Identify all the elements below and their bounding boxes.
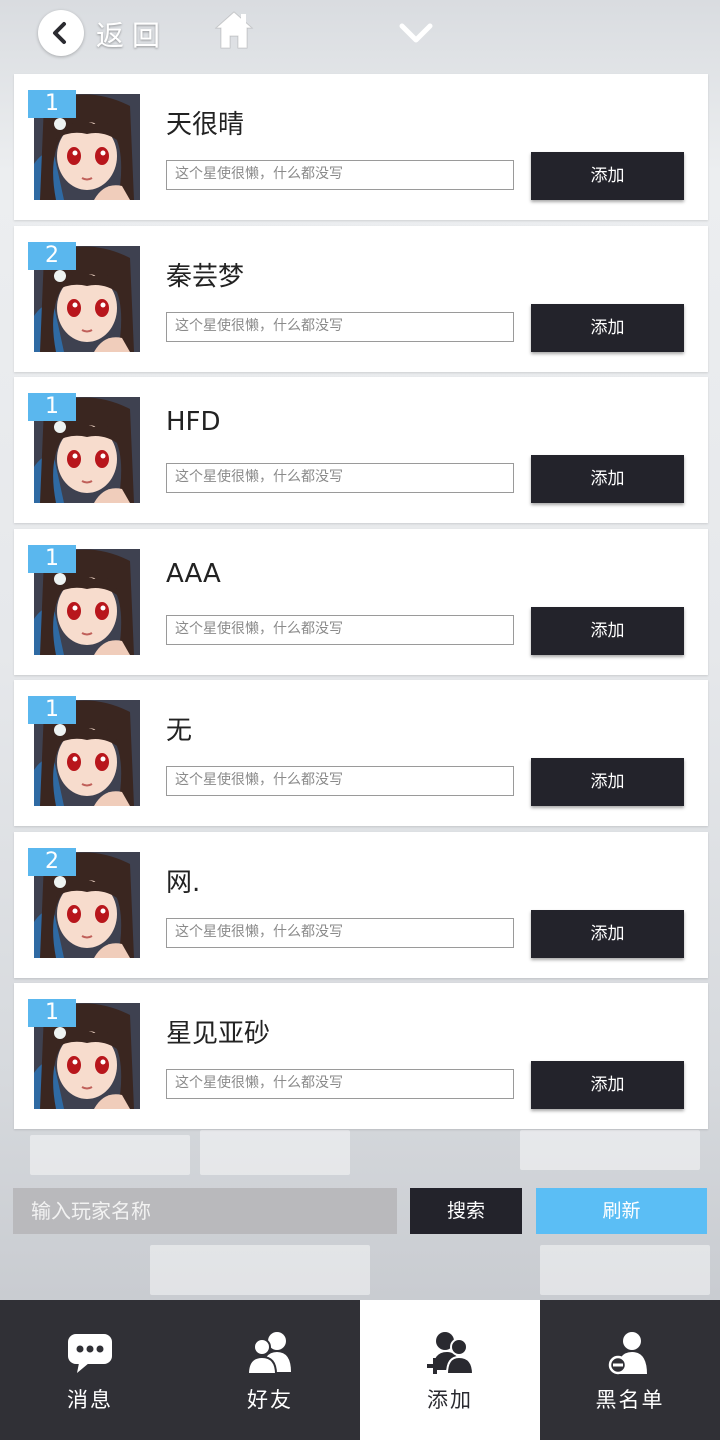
player-row: 1 星见亚砂 这个星使很懒，什么都没写 添加 (14, 983, 708, 1129)
player-row: 1 无 这个星使很懒，什么都没写 添加 (14, 680, 708, 826)
collapse-button[interactable] (396, 18, 436, 48)
home-icon (214, 11, 254, 49)
tab-label: 好友 (247, 1388, 293, 1412)
player-signature: 这个星使很懒，什么都没写 (166, 1069, 514, 1099)
player-signature: 这个星使很懒，什么都没写 (166, 917, 514, 948)
player-row: 2 秦芸梦 这个星使很懒，什么都没写 添加 (14, 225, 708, 372)
tab-blacklist[interactable]: 黑名单 (540, 1300, 720, 1440)
player-signature: 这个星使很懒，什么都没写 (166, 766, 514, 796)
add-friend-button[interactable]: 添加 (531, 455, 684, 503)
player-name: 网. (166, 867, 201, 898)
player-name: 天很晴 (166, 110, 245, 140)
chat-icon (68, 1334, 112, 1373)
player-row: 2 网. 这个星使很懒，什么都没写 添加 (14, 831, 708, 978)
chevron-left-icon (53, 22, 66, 44)
add-friend-button[interactable]: 添加 (531, 758, 684, 806)
player-name-search-input[interactable] (13, 1188, 397, 1234)
level-badge: 1 (28, 90, 76, 118)
player-row: 1 天很晴 这个星使很懒，什么都没写 添加 (14, 74, 708, 220)
player-name: 星见亚砂 (166, 1019, 271, 1049)
add-friend-button[interactable]: 添加 (531, 909, 684, 958)
chevron-down-icon (399, 23, 433, 43)
back-button[interactable] (38, 10, 84, 56)
tab-label: 消息 (67, 1388, 113, 1412)
player-name: 无 (166, 716, 193, 746)
tab-label: 添加 (427, 1388, 473, 1412)
tab-label: 黑名单 (595, 1388, 665, 1412)
add-friend-button[interactable]: 添加 (531, 606, 684, 655)
player-name: AAA (166, 558, 221, 589)
level-badge: 1 (28, 544, 76, 573)
home-button[interactable] (212, 8, 256, 52)
player-name: 秦芸梦 (166, 261, 245, 292)
player-signature: 这个星使很懒，什么都没写 (166, 311, 514, 342)
add-friend-button[interactable]: 添加 (531, 152, 684, 200)
tab-friends[interactable]: 好友 (180, 1300, 360, 1440)
search-button[interactable]: 搜索 (410, 1188, 522, 1234)
tab-messages[interactable]: 消息 (0, 1300, 180, 1440)
blacklist-icon (608, 1332, 647, 1375)
player-signature: 这个星使很懒，什么都没写 (166, 160, 514, 190)
level-badge: 2 (28, 241, 76, 270)
player-row: 1 HFD 这个星使很懒，什么都没写 添加 (14, 377, 708, 523)
bottom-nav: 消息 好友 添加 黑名单 (0, 1300, 720, 1440)
level-badge: 1 (28, 393, 76, 421)
back-label[interactable]: 返回 (96, 14, 168, 54)
level-badge: 2 (28, 847, 76, 876)
level-badge: 1 (28, 696, 76, 724)
player-name: HFD (166, 407, 221, 437)
level-badge: 1 (28, 999, 76, 1027)
add-friend-button[interactable]: 添加 (531, 303, 684, 352)
top-bar: 返回 (0, 0, 720, 68)
player-signature: 这个星使很懒，什么都没写 (166, 614, 514, 645)
add-friend-button[interactable]: 添加 (531, 1061, 684, 1109)
friends-icon (246, 1332, 291, 1375)
player-signature: 这个星使很懒，什么都没写 (166, 463, 514, 493)
add-friend-icon (427, 1332, 475, 1375)
tab-add[interactable]: 添加 (360, 1300, 540, 1440)
player-row: 1 AAA 这个星使很懒，什么都没写 添加 (14, 528, 708, 675)
recommended-player-list: 1 天很晴 这个星使很懒，什么都没写 添加 2 秦芸梦 这个星使很懒，什么都没写 (14, 74, 708, 1135)
refresh-button[interactable]: 刷新 (536, 1188, 707, 1234)
